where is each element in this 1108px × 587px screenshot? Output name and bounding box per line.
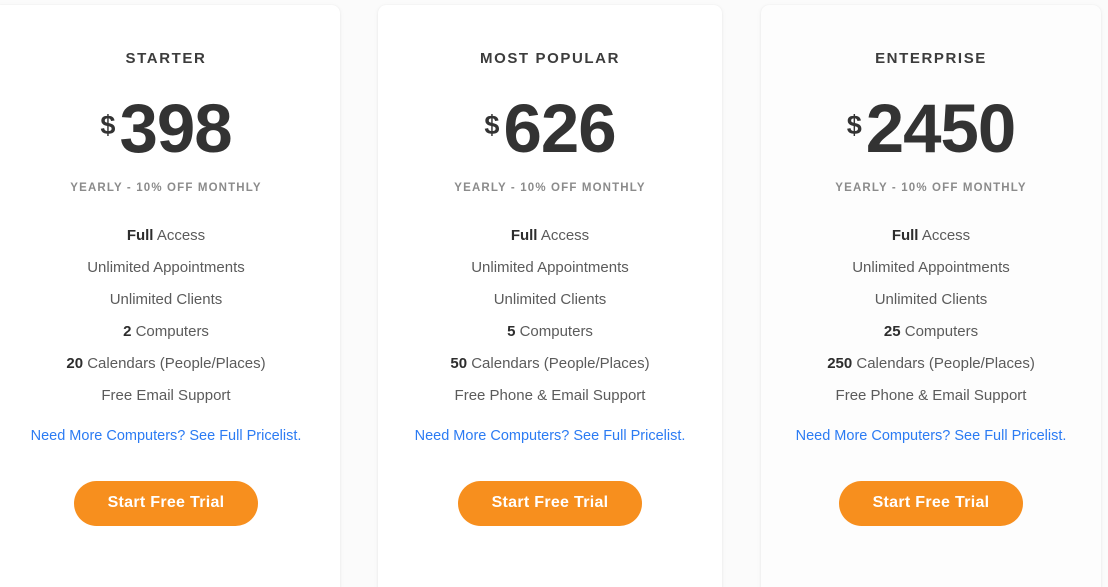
- cta-container: Start Free Trial: [761, 481, 1101, 527]
- feature-text: Calendars (People/Places): [852, 354, 1035, 372]
- list-item: Unlimited Appointments: [0, 260, 340, 275]
- feature-text: Access: [537, 226, 590, 244]
- list-item: 20 Calendars (People/Places): [0, 356, 340, 371]
- price-note: YEARLY - 10% OFF MONTHLY: [454, 181, 646, 194]
- plan-title: MOST POPULAR: [479, 50, 621, 67]
- feature-text: Free Email Support: [101, 386, 231, 404]
- list-item: Unlimited Clients: [378, 292, 722, 307]
- list-item: Full Access: [378, 228, 722, 243]
- list-item: Unlimited Clients: [761, 292, 1101, 307]
- pricing-card-starter: STARTER $ 398 YEARLY - 10% OFF MONTHLY F…: [0, 5, 340, 587]
- plan-title: STARTER: [125, 50, 207, 67]
- feature-text: Unlimited Appointments: [471, 258, 629, 276]
- plan-price: $ 398: [0, 90, 340, 167]
- cta-container: Start Free Trial: [0, 481, 340, 527]
- list-item: Free Phone & Email Support: [378, 388, 722, 403]
- list-item: 25 Computers: [761, 324, 1101, 339]
- plan-price: $ 2450: [761, 90, 1101, 167]
- feature-text: Computers: [515, 322, 593, 340]
- feature-text: Unlimited Appointments: [852, 258, 1010, 276]
- feature-highlight: Full: [510, 226, 538, 244]
- feature-text: Computers: [900, 322, 979, 340]
- pricing-plans-section: STARTER $ 398 YEARLY - 10% OFF MONTHLY F…: [0, 0, 1108, 587]
- full-pricelist-link[interactable]: Need More Computers? See Full Pricelist.: [0, 429, 340, 444]
- currency-symbol: $: [100, 110, 116, 140]
- plan-title: ENTERPRISE: [875, 50, 987, 67]
- list-item: Free Email Support: [0, 388, 340, 403]
- pricing-card-most-popular: MOST POPULAR $ 626 YEARLY - 10% OFF MONT…: [378, 5, 722, 587]
- list-item: Unlimited Clients: [0, 292, 340, 307]
- feature-text: Calendars (People/Places): [467, 354, 650, 372]
- price-amount: 626: [503, 90, 616, 167]
- list-item: 250 Calendars (People/Places): [761, 356, 1101, 371]
- pricing-card-body: STARTER $ 398 YEARLY - 10% OFF MONTHLY F…: [0, 5, 340, 527]
- feature-highlight: 50: [450, 354, 468, 372]
- feature-list: Full Access Unlimited Appointments Unlim…: [761, 228, 1101, 403]
- currency-symbol: $: [484, 110, 500, 140]
- feature-highlight: 20: [66, 354, 84, 372]
- start-free-trial-button[interactable]: Start Free Trial: [838, 481, 1024, 527]
- feature-text: Unlimited Appointments: [87, 258, 245, 276]
- feature-highlight: Full: [891, 226, 919, 244]
- list-item: Unlimited Appointments: [761, 260, 1101, 275]
- feature-highlight: Full: [126, 226, 154, 244]
- pricing-card-enterprise: ENTERPRISE $ 2450 YEARLY - 10% OFF MONTH…: [761, 5, 1101, 587]
- pricing-card-body: MOST POPULAR $ 626 YEARLY - 10% OFF MONT…: [378, 5, 722, 527]
- feature-list: Full Access Unlimited Appointments Unlim…: [378, 228, 722, 403]
- pricing-card-body: ENTERPRISE $ 2450 YEARLY - 10% OFF MONTH…: [761, 5, 1101, 527]
- full-pricelist-link[interactable]: Need More Computers? See Full Pricelist.: [761, 429, 1101, 444]
- price-amount: 2450: [865, 90, 1016, 167]
- list-item: Full Access: [761, 228, 1101, 243]
- feature-text: Free Phone & Email Support: [835, 386, 1027, 404]
- feature-text: Free Phone & Email Support: [454, 386, 646, 404]
- list-item: Full Access: [0, 228, 340, 243]
- feature-text: Unlimited Clients: [874, 290, 988, 308]
- feature-list: Full Access Unlimited Appointments Unlim…: [0, 228, 340, 403]
- list-item: Unlimited Appointments: [378, 260, 722, 275]
- list-item: Free Phone & Email Support: [761, 388, 1101, 403]
- feature-text: Access: [918, 226, 971, 244]
- plan-price: $ 626: [378, 90, 722, 167]
- price-note: YEARLY - 10% OFF MONTHLY: [835, 181, 1027, 194]
- feature-highlight: 250: [827, 354, 853, 372]
- list-item: 50 Calendars (People/Places): [378, 356, 722, 371]
- feature-text: Calendars (People/Places): [83, 354, 266, 372]
- feature-text: Computers: [131, 322, 209, 340]
- feature-text: Access: [153, 226, 206, 244]
- start-free-trial-button[interactable]: Start Free Trial: [73, 481, 259, 527]
- currency-symbol: $: [846, 110, 862, 140]
- feature-text: Unlimited Clients: [109, 290, 223, 308]
- list-item: 5 Computers: [378, 324, 722, 339]
- list-item: 2 Computers: [0, 324, 340, 339]
- full-pricelist-link[interactable]: Need More Computers? See Full Pricelist.: [378, 429, 722, 444]
- price-amount: 398: [119, 90, 232, 167]
- price-note: YEARLY - 10% OFF MONTHLY: [70, 181, 262, 194]
- cta-container: Start Free Trial: [378, 481, 722, 527]
- start-free-trial-button[interactable]: Start Free Trial: [457, 481, 643, 527]
- feature-highlight: 25: [883, 322, 901, 340]
- feature-text: Unlimited Clients: [493, 290, 607, 308]
